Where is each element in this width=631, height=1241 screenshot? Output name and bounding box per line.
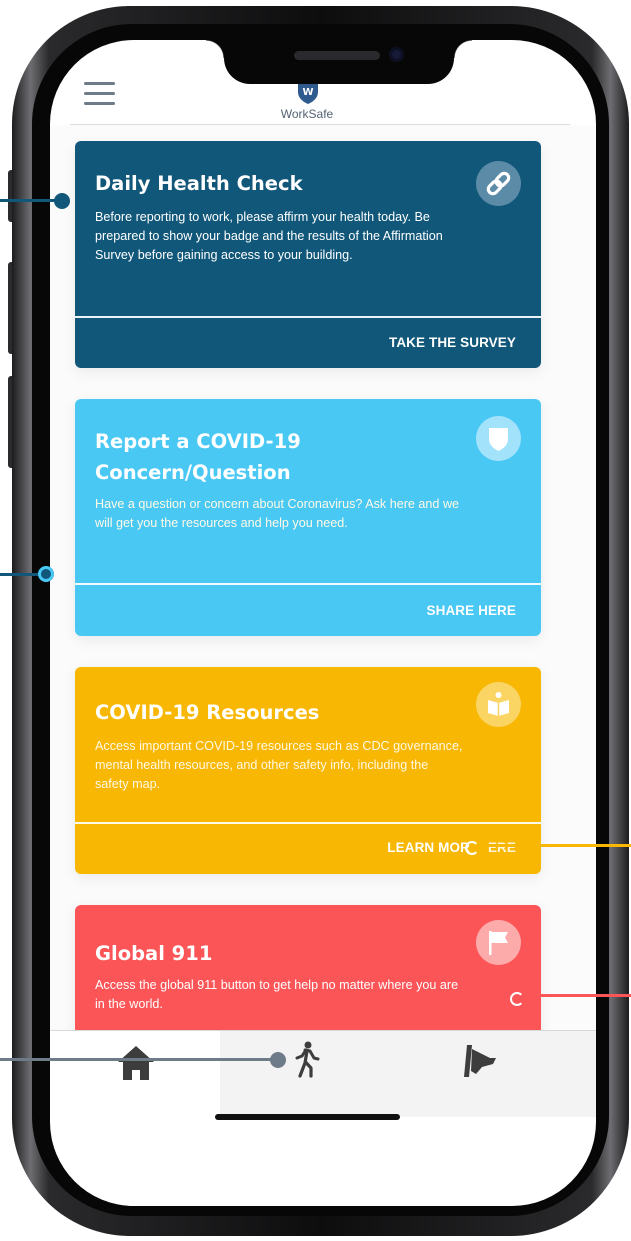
cursor-ring-icon bbox=[510, 992, 524, 1006]
report-covid-concern-card[interactable]: Report a COVID-19 Concern/Question Have … bbox=[75, 399, 541, 636]
card-description: Access the global 911 button to get help… bbox=[95, 978, 459, 1011]
phone-screen: W WorkSafe Daily Health Check Before rep… bbox=[50, 40, 596, 1206]
callout-line-health-check bbox=[0, 199, 60, 202]
callout-dot-report bbox=[38, 566, 54, 582]
home-indicator[interactable] bbox=[215, 1114, 400, 1120]
covid-resources-card[interactable]: COVID-19 Resources Access important COVI… bbox=[75, 667, 541, 874]
card-title: Global 911 bbox=[95, 942, 213, 965]
share-here-link[interactable]: SHARE HERE bbox=[426, 603, 516, 618]
card-list: Daily Health Check Before reporting to w… bbox=[50, 125, 596, 1030]
tab-home[interactable] bbox=[50, 1031, 220, 1117]
card-title-line-2: Concern/Question bbox=[95, 461, 291, 484]
card-divider bbox=[75, 583, 541, 585]
tab-bar bbox=[50, 1030, 596, 1117]
card-title: Report a COVID-19 Concern/Question bbox=[95, 426, 301, 488]
card-title: COVID-19 Resources bbox=[95, 701, 320, 724]
callout-dot-health-check bbox=[54, 193, 70, 209]
phone-notch bbox=[206, 40, 472, 84]
callout-line-tab-walk bbox=[0, 1058, 276, 1061]
tab-walk[interactable] bbox=[221, 1031, 391, 1117]
menu-icon[interactable] bbox=[84, 82, 115, 106]
walking-person-icon bbox=[295, 1041, 320, 1078]
take-the-survey-link[interactable]: TAKE THE SURVEY bbox=[389, 335, 516, 350]
cursor-ring-icon bbox=[465, 841, 479, 855]
card-description: Before reporting to work, please affirm … bbox=[95, 210, 443, 262]
callout-dot-tab-walk bbox=[270, 1052, 286, 1068]
logo-letter: W bbox=[302, 87, 313, 98]
speaker-grille bbox=[294, 51, 380, 60]
learn-more-here-link[interactable]: LEARN MOR ERE bbox=[387, 840, 516, 855]
link-icon bbox=[476, 161, 521, 206]
tab-safety[interactable] bbox=[392, 1031, 562, 1117]
card-description: Have a question or concern about Coronav… bbox=[95, 497, 460, 530]
card-title-line-1: Report a COVID-19 bbox=[95, 430, 301, 453]
flag-icon bbox=[476, 920, 521, 965]
brand-name: WorkSafe bbox=[280, 107, 334, 121]
front-camera bbox=[389, 47, 404, 62]
card-title: Daily Health Check bbox=[95, 172, 303, 195]
callout-line-resources bbox=[478, 844, 631, 847]
callout-line-global-911 bbox=[533, 994, 631, 997]
daily-health-check-card[interactable]: Daily Health Check Before reporting to w… bbox=[75, 141, 541, 368]
card-description: Access important COVID-19 resources such… bbox=[95, 739, 463, 791]
card-divider bbox=[75, 316, 541, 318]
action-text: LEARN MOR bbox=[387, 840, 470, 855]
book-icon bbox=[476, 682, 521, 727]
card-divider bbox=[75, 822, 541, 824]
home-icon bbox=[118, 1046, 154, 1080]
flag-hand-icon bbox=[464, 1045, 496, 1077]
shield-icon bbox=[476, 416, 521, 461]
action-text-tail: ERE bbox=[487, 840, 516, 855]
global-911-card[interactable]: Global 911 Access the global 911 button … bbox=[75, 905, 541, 1030]
callout-line-report bbox=[0, 573, 42, 576]
